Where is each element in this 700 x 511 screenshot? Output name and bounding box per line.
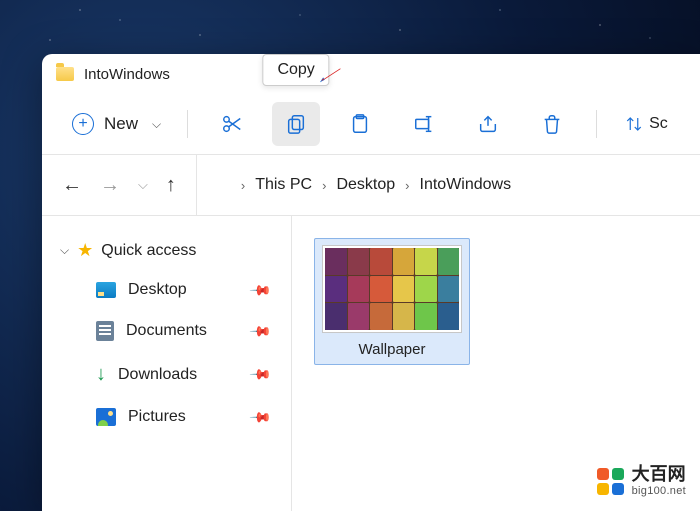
sidebar-item-pictures[interactable]: Pictures 📌 [52, 400, 281, 434]
new-label: New [104, 114, 138, 134]
chevron-down-icon: ⌵ [60, 243, 69, 258]
sidebar-item-label: Documents [126, 322, 207, 340]
document-icon [96, 321, 114, 341]
watermark: 大百网 big100.net [597, 465, 686, 497]
window-title: IntoWindows [84, 66, 170, 83]
watermark-domain: big100.net [632, 485, 686, 497]
share-button[interactable] [464, 102, 512, 146]
download-icon: ↓ [96, 363, 106, 386]
breadcrumb-item[interactable]: IntoWindows [420, 176, 512, 194]
breadcrumb[interactable]: › This PC › Desktop › IntoWindows [196, 155, 700, 215]
copy-icon [285, 113, 307, 135]
file-thumbnail [322, 245, 462, 333]
plus-icon: + [72, 113, 94, 135]
chevron-right-icon: › [322, 178, 326, 193]
rename-icon [413, 113, 435, 135]
share-icon [477, 113, 499, 135]
pin-icon: 📌 [248, 405, 272, 429]
chevron-down-icon: ⌵ [152, 117, 161, 132]
nav-row: ← → ⌵ ↑ › This PC › Desktop › IntoWindow… [42, 155, 700, 215]
cut-button[interactable] [208, 102, 256, 146]
separator [187, 110, 188, 138]
sidebar: ⌵ ★ Quick access Desktop 📌 Documents 📌 ↓… [42, 216, 292, 511]
clipboard-icon [349, 113, 371, 135]
sidebar-item-downloads[interactable]: ↓ Downloads 📌 [52, 355, 281, 394]
titlebar[interactable]: IntoWindows [42, 54, 700, 94]
history-dropdown[interactable]: ⌵ [138, 177, 148, 193]
forward-button[interactable]: → [100, 174, 120, 197]
sidebar-item-label: Pictures [128, 408, 186, 426]
back-button[interactable]: ← [62, 174, 82, 197]
tooltip: Copy [262, 54, 329, 86]
chevron-right-icon: › [241, 178, 245, 193]
file-item[interactable]: Wallpaper [314, 238, 470, 365]
file-label: Wallpaper [359, 341, 426, 358]
chevron-right-icon: › [405, 178, 409, 193]
sort-label: Sc [649, 115, 668, 133]
folder-icon [211, 178, 231, 193]
rename-button[interactable] [400, 102, 448, 146]
star-icon: ★ [77, 240, 93, 261]
sidebar-quick-access[interactable]: ⌵ ★ Quick access [52, 234, 281, 267]
watermark-brand: 大百网 [632, 465, 686, 485]
file-explorer-window: IntoWindows + New ⌵ Copy [42, 54, 700, 511]
breadcrumb-item[interactable]: Desktop [336, 176, 395, 194]
up-button[interactable]: ↑ [166, 174, 176, 197]
paste-button[interactable] [336, 102, 384, 146]
breadcrumb-item[interactable]: This PC [255, 176, 312, 194]
quick-access-label: Quick access [101, 242, 196, 260]
watermark-logo-icon [597, 468, 624, 495]
desktop-icon [96, 282, 116, 298]
toolbar: + New ⌵ Copy Sc [42, 94, 700, 154]
pin-icon: 📌 [248, 278, 272, 302]
pin-icon: 📌 [248, 319, 272, 343]
folder-icon [56, 67, 74, 81]
sidebar-item-label: Downloads [118, 366, 197, 384]
pictures-icon [96, 408, 116, 426]
separator [596, 110, 597, 138]
new-button[interactable]: + New ⌵ [60, 107, 173, 141]
scissors-icon [221, 113, 243, 135]
sidebar-item-label: Desktop [128, 281, 187, 299]
nav-arrows: ← → ⌵ ↑ [42, 174, 196, 197]
sidebar-item-documents[interactable]: Documents 📌 [52, 313, 281, 349]
sort-icon [625, 115, 643, 133]
sort-button[interactable]: Sc [617, 102, 676, 146]
copy-button[interactable]: Copy [272, 102, 320, 146]
trash-icon [541, 113, 563, 135]
sidebar-item-desktop[interactable]: Desktop 📌 [52, 273, 281, 307]
delete-button[interactable] [528, 102, 576, 146]
pin-icon: 📌 [248, 362, 272, 386]
